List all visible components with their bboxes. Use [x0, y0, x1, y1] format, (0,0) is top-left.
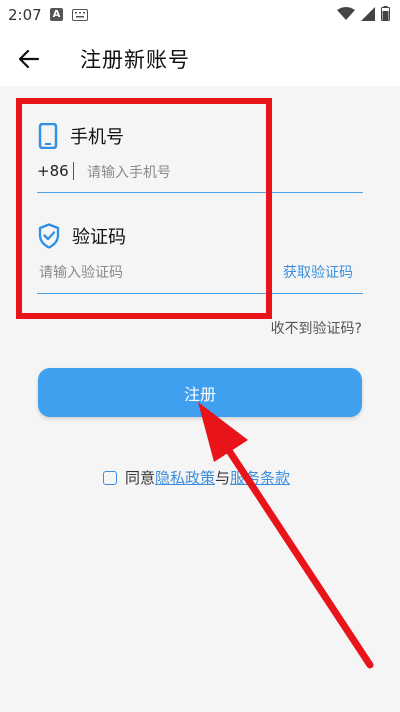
phone-icon	[38, 123, 58, 149]
code-field: 获取验证码	[37, 260, 363, 294]
wifi-icon	[337, 6, 355, 25]
agree-prefix: 同意	[125, 469, 156, 487]
country-code[interactable]: +86	[37, 162, 69, 180]
phone-input[interactable]	[85, 160, 359, 186]
keyboard-icon	[72, 7, 88, 25]
status-time: 2:07	[8, 6, 42, 24]
agreement-row: 同意 隐私政策 与 服务条款	[103, 467, 290, 488]
page-title: 注册新账号	[80, 48, 190, 72]
status-bar: 2:07 A	[0, 0, 400, 30]
privacy-policy-link[interactable]: 隐私政策	[155, 467, 215, 488]
agree-conjunction: 与	[215, 469, 231, 487]
code-label-row: 验证码	[38, 223, 126, 249]
terms-of-service-link[interactable]: 服务条款	[230, 467, 290, 488]
get-code-button[interactable]: 获取验证码	[283, 262, 353, 282]
back-button[interactable]	[14, 44, 44, 74]
arrow-left-icon	[18, 49, 40, 69]
shield-check-icon	[38, 223, 60, 249]
phone-label-row: 手机号	[38, 123, 124, 149]
agree-checkbox[interactable]	[103, 470, 117, 485]
battery-icon	[381, 6, 390, 25]
divider	[73, 162, 74, 180]
annotation-arrow	[198, 402, 374, 669]
code-not-received-link[interactable]: 收不到验证码?	[271, 318, 362, 338]
register-button[interactable]: 注册	[38, 368, 362, 417]
notification-icon: A	[50, 8, 63, 21]
phone-field: +86	[37, 160, 363, 193]
phone-label: 手机号	[70, 127, 124, 148]
signal-icon	[361, 6, 375, 25]
app-bar: 注册新账号	[0, 30, 400, 86]
code-input[interactable]	[37, 260, 261, 286]
code-label: 验证码	[72, 227, 126, 248]
